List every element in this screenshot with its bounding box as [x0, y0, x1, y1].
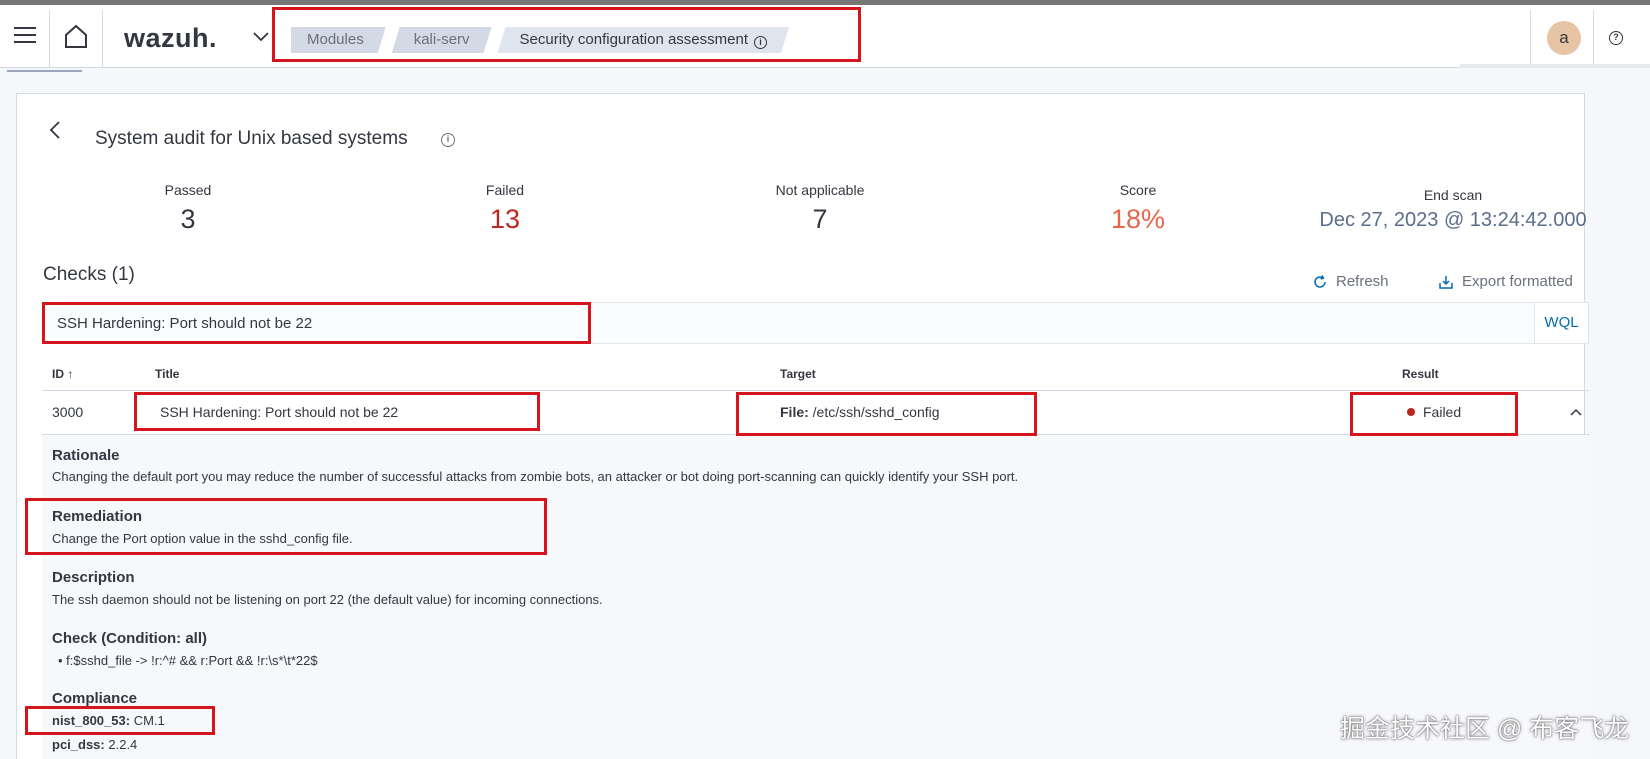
export-formatted-button[interactable]: Export formatted [1438, 273, 1573, 290]
policy-title: System audit for Unix based systems [95, 128, 408, 149]
search-bar: WQL [42, 302, 1589, 344]
chevron-down-icon[interactable] [252, 27, 270, 45]
stat-value: 3 [180, 204, 196, 234]
compliance-value: CM.1 [133, 713, 165, 728]
top-bar: wazuh. Modules kali-serv Security config… [0, 0, 1650, 68]
row-result: Failed [1407, 404, 1461, 420]
stat-label: Passed [164, 182, 212, 198]
row-target: File: /etc/ssh/sshd_config [780, 404, 940, 420]
description-heading: Description [52, 569, 135, 586]
header-shade [1460, 64, 1650, 68]
stat-end-scan: End scan Dec 27, 2023 @ 13:24:42.000 [1303, 187, 1603, 232]
stat-value: Dec 27, 2023 @ 13:24:42.000 [1319, 209, 1587, 231]
rationale-text: Changing the default port you may reduce… [52, 469, 1019, 484]
divider [49, 10, 50, 67]
column-header-target[interactable]: Target [780, 367, 816, 381]
info-icon[interactable]: i [441, 133, 455, 147]
stat-value: 7 [812, 204, 828, 234]
tab-indicator [7, 70, 82, 72]
stat-score: Score 18% [1088, 182, 1188, 235]
stat-passed: Passed 3 [138, 182, 238, 235]
export-icon [1439, 275, 1453, 289]
compliance-heading: Compliance [52, 690, 138, 707]
column-header-id[interactable]: ID ↑ [52, 367, 73, 381]
column-label: ID [52, 367, 64, 381]
status-dot [1407, 408, 1415, 416]
stat-failed: Failed 13 [455, 182, 555, 235]
check-heading: Check (Condition: all) [52, 630, 207, 647]
check-rule-text: f:$sshd_file -> !r:^# && r:Port && !r:\s… [66, 653, 318, 668]
row-id: 3000 [52, 404, 84, 420]
search-input[interactable] [43, 303, 1543, 343]
stat-value: 13 [489, 204, 521, 234]
help-icon[interactable]: ? [1609, 31, 1623, 45]
compliance-item: pci_dss: 2.2.4 [52, 737, 137, 752]
target-label: File: [780, 404, 809, 420]
breadcrumb: Modules kali-serv Security configuration… [291, 27, 795, 53]
divider [1530, 10, 1531, 67]
remediation-text: Change the Port option value in the sshd… [52, 531, 353, 546]
target-value: /etc/ssh/sshd_config [812, 404, 940, 420]
divider [42, 390, 1589, 391]
home-icon[interactable] [62, 22, 90, 50]
breadcrumb-current: Security configuration assessment i [498, 27, 789, 53]
avatar[interactable]: a [1547, 21, 1581, 55]
compliance-value: 2.2.4 [108, 737, 138, 752]
refresh-label: Refresh [1336, 273, 1389, 290]
column-header-result[interactable]: Result [1402, 367, 1439, 381]
info-icon[interactable]: i [754, 36, 767, 49]
divider [102, 10, 103, 67]
stat-value: 18% [1110, 204, 1166, 234]
wazuh-logo[interactable]: wazuh. [124, 23, 217, 54]
divider [1593, 10, 1594, 67]
menu-icon[interactable] [14, 27, 36, 45]
refresh-icon [1314, 274, 1326, 288]
stat-label: End scan [1423, 187, 1483, 203]
rationale-heading: Rationale [52, 447, 120, 464]
bullet: • [58, 653, 67, 668]
stat-not-applicable: Not applicable 7 [750, 182, 890, 235]
compliance-key: nist_800_53: [52, 713, 131, 728]
compliance-item: nist_800_53: CM.1 [52, 713, 165, 728]
column-header-title[interactable]: Title [155, 367, 179, 381]
check-rule: • f:$sshd_file -> !r:^# && r:Port && !r:… [58, 653, 318, 668]
chevron-up-icon[interactable] [1569, 405, 1583, 419]
stat-label: Not applicable [775, 182, 865, 198]
stat-label: Failed [485, 182, 525, 198]
export-label: Export formatted [1462, 273, 1573, 290]
breadcrumb-current-label: Security configuration assessment [519, 31, 748, 48]
wql-button[interactable]: WQL [1534, 303, 1588, 343]
result-label: Failed [1423, 404, 1462, 420]
remediation-heading: Remediation [52, 508, 143, 525]
checks-title: Checks (1) [43, 264, 135, 285]
sort-ascending-icon: ↑ [67, 367, 74, 381]
breadcrumb-agent[interactable]: kali-serv [392, 27, 492, 53]
refresh-button[interactable]: Refresh [1312, 273, 1389, 290]
row-title: SSH Hardening: Port should not be 22 [160, 404, 399, 420]
stat-label: Score [1119, 182, 1157, 198]
breadcrumb-modules[interactable]: Modules [291, 27, 386, 53]
watermark: 掘金技术社区 @ 布客飞龙 [1340, 715, 1630, 743]
compliance-key: pci_dss: [52, 737, 105, 752]
back-arrow-icon[interactable] [48, 120, 62, 140]
description-text: The ssh daemon should not be listening o… [52, 592, 603, 607]
